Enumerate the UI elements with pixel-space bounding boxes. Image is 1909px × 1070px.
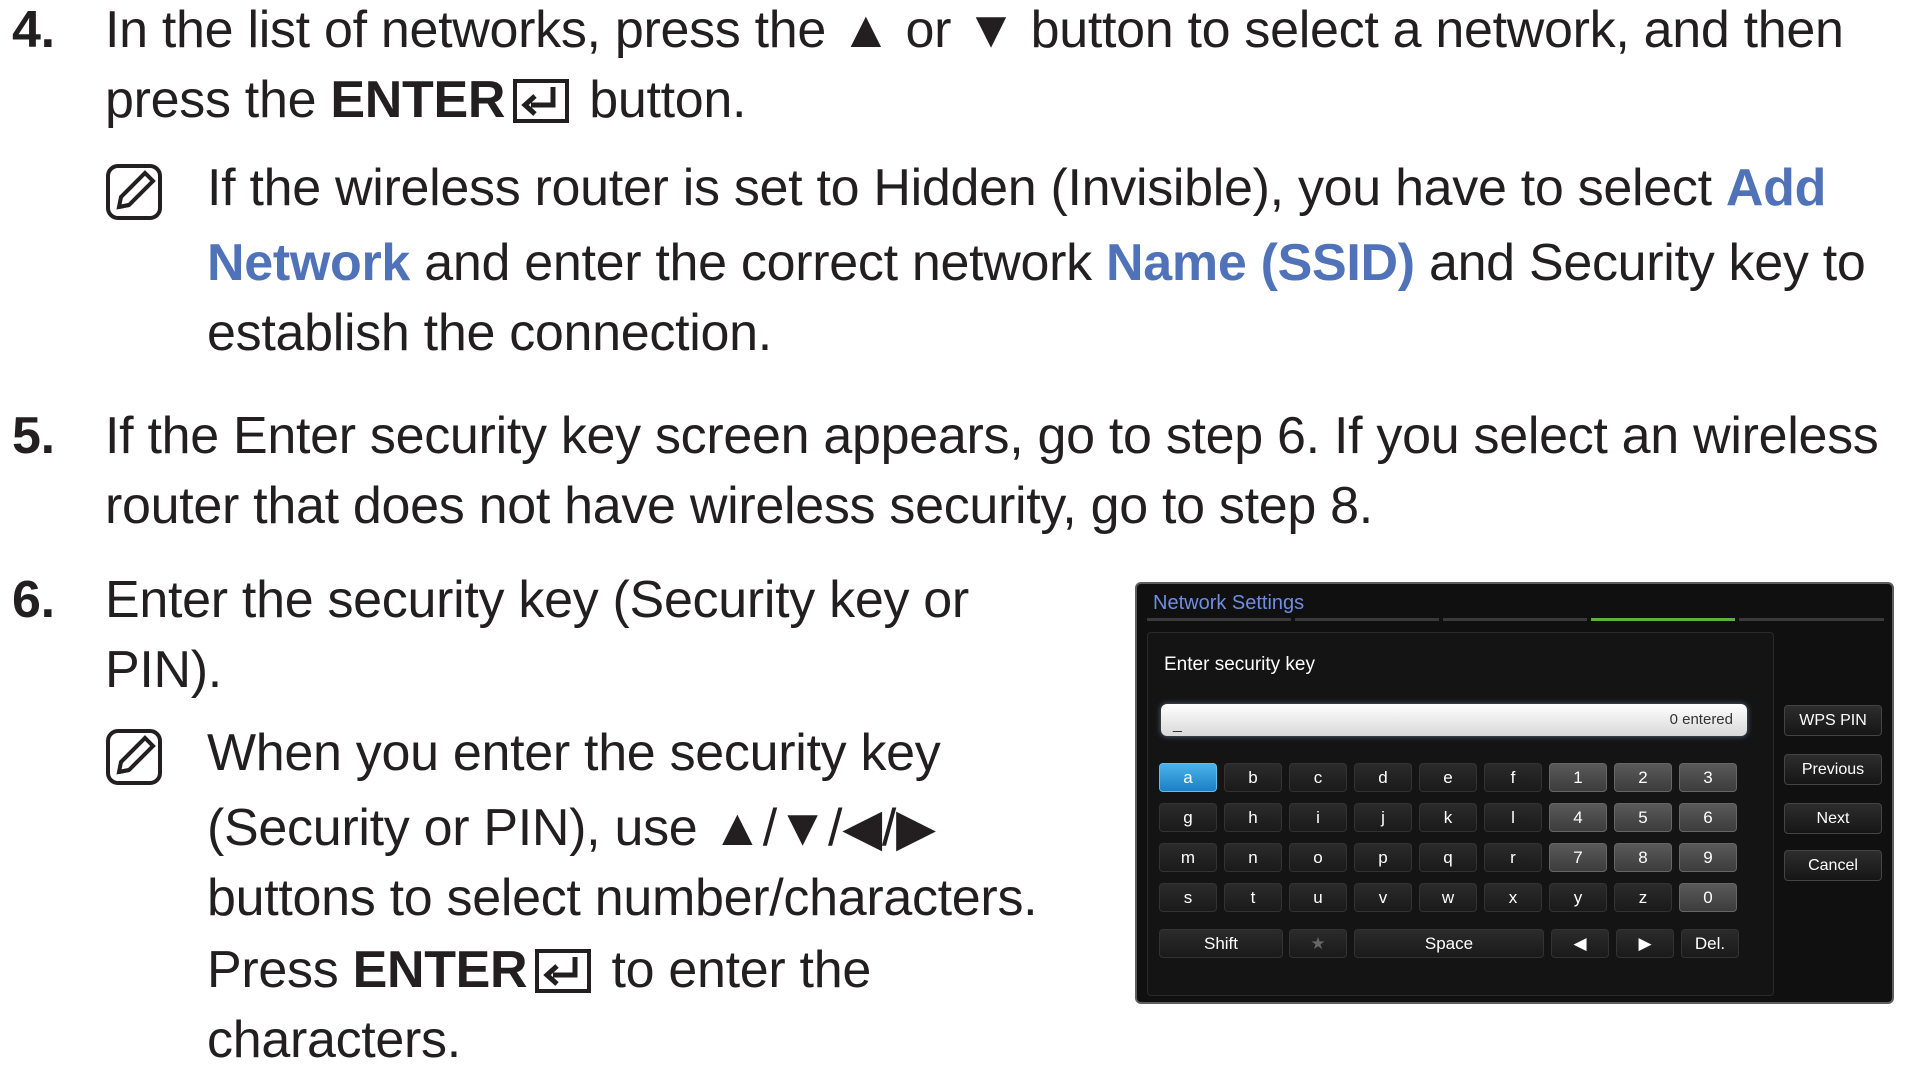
step-5-line-2: router that does not have wireless secur… [105,477,1373,535]
left-arrow-key[interactable]: ◀ [1551,929,1609,958]
key-a[interactable]: a [1159,763,1217,792]
key-3[interactable]: 3 [1679,763,1737,792]
progress-segment [1295,618,1439,621]
text: to enter the [597,941,871,999]
tv-title: Network Settings [1153,592,1305,614]
delete-key[interactable]: Del. [1681,929,1739,958]
space-key[interactable]: Space [1354,929,1544,958]
key-w[interactable]: w [1419,883,1477,912]
key-5[interactable]: 5 [1614,803,1672,832]
progress-segment-active [1591,618,1735,621]
step-6-line-1: Enter the security key (Security key or [105,571,969,629]
key-u[interactable]: u [1289,883,1347,912]
text: If the wireless router is set to Hidden … [207,159,1726,217]
key-g[interactable]: g [1159,803,1217,832]
key-y[interactable]: y [1549,883,1607,912]
key-e[interactable]: e [1419,763,1477,792]
right-arrow-key[interactable]: ▶ [1616,929,1674,958]
key-s[interactable]: s [1159,883,1217,912]
entered-count: 0 entered [1669,711,1733,728]
key-n[interactable]: n [1224,843,1282,872]
step-6-note-line-2: (Security or PIN), use ▲/▼/◀/▶ [207,799,936,857]
key-6[interactable]: 6 [1679,803,1737,832]
security-key-input[interactable]: _ 0 entered [1161,704,1747,736]
step-6-note-line-4: Press ENTER to enter the [207,940,871,1000]
key-f[interactable]: f [1484,763,1542,792]
progress-segment [1739,618,1884,621]
network-settings-screen: Network Settings Enter security key _ 0 … [1135,582,1894,1004]
key-4[interactable]: 4 [1549,803,1607,832]
enter-icon [535,949,592,993]
key-l[interactable]: l [1484,803,1542,832]
progress-segment [1443,618,1587,621]
step-4-note-line-2: Network and enter the correct network Na… [207,233,1866,293]
key-d[interactable]: d [1354,763,1412,792]
key-p[interactable]: p [1354,843,1412,872]
key-c[interactable]: c [1289,763,1347,792]
step-6-note-line-1: When you enter the security key [207,724,941,782]
key-0[interactable]: 0 [1679,883,1737,912]
key-b[interactable]: b [1224,763,1282,792]
key-r[interactable]: r [1484,843,1542,872]
add-network-link: Add [1725,159,1827,217]
key-x[interactable]: x [1484,883,1542,912]
step-4-line-1: In the list of networks, press the ▲ or … [105,1,1844,59]
key-7[interactable]: 7 [1549,843,1607,872]
note-icon [106,729,162,785]
step-4-number: 4. [12,1,55,59]
key-9[interactable]: 9 [1679,843,1737,872]
cancel-button[interactable]: Cancel [1784,850,1882,881]
note-icon [106,164,162,220]
wps-pin-button[interactable]: WPS PIN [1784,705,1882,736]
step-6-note-line-3: buttons to select number/characters. [207,869,1038,927]
key-k[interactable]: k [1419,803,1477,832]
shift-key[interactable]: Shift [1159,929,1283,958]
key-8[interactable]: 8 [1614,843,1672,872]
step-4-note-line-1: If the wireless router is set to Hidden … [207,158,1826,218]
key-m[interactable]: m [1159,843,1217,872]
progress-segment [1147,618,1291,621]
text: press the [105,71,331,129]
step-4-note-line-3: establish the connection. [207,304,772,362]
input-cursor: _ [1173,716,1182,733]
star-key[interactable]: ★ [1289,929,1347,958]
key-i[interactable]: i [1289,803,1347,832]
previous-button[interactable]: Previous [1784,754,1882,785]
step-6-number: 6. [12,571,55,629]
key-z[interactable]: z [1614,883,1672,912]
step-6-line-2: PIN). [105,641,222,699]
step-4-line-2: press the ENTER button. [105,70,746,130]
enter-label: ENTER [330,71,506,129]
ssid-label: Name (SSID) [1106,234,1415,292]
enter-label: ENTER [352,941,528,999]
key-v[interactable]: v [1354,883,1412,912]
key-j[interactable]: j [1354,803,1412,832]
step-6-note-line-5: characters. [207,1011,461,1069]
enter-icon [513,79,570,123]
key-2[interactable]: 2 [1614,763,1672,792]
enter-security-key-label: Enter security key [1164,654,1315,675]
key-q[interactable]: q [1419,843,1477,872]
key-h[interactable]: h [1224,803,1282,832]
text: and enter the correct network [410,234,1107,292]
text: Press [207,941,353,999]
key-1[interactable]: 1 [1549,763,1607,792]
key-t[interactable]: t [1224,883,1282,912]
step-5-number: 5. [12,407,55,465]
network-link: Network [207,234,411,292]
text: and Security key to [1414,234,1866,292]
next-button[interactable]: Next [1784,803,1882,834]
text: button. [575,71,747,129]
key-o[interactable]: o [1289,843,1347,872]
step-5-line-1: If the Enter security key screen appears… [105,407,1879,465]
